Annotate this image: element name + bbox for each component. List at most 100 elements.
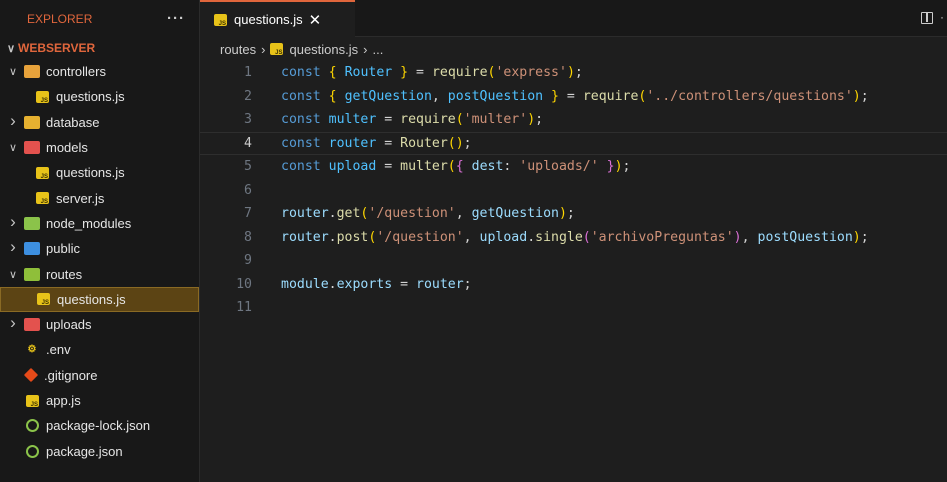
code-text: module.exports = router; <box>281 276 472 292</box>
tree-item-label: node_modules <box>46 215 132 231</box>
js-file-icon <box>36 90 49 104</box>
split-editor-icon[interactable] <box>921 12 933 24</box>
tree-item-label: server.js <box>56 190 105 206</box>
chevron-right-icon: › <box>363 41 368 57</box>
code-text: const router = Router(); <box>281 135 472 151</box>
line-number: 11 <box>236 300 252 316</box>
code-text: const upload = multer({ dest: 'uploads/'… <box>281 159 631 175</box>
folder-routes[interactable]: routes <box>0 261 199 286</box>
folder-icon <box>24 141 40 155</box>
file--gitignore[interactable]: .gitignore <box>0 363 199 388</box>
breadcrumb: routes › questions.js › ... <box>200 37 947 61</box>
folder-icon <box>24 115 40 129</box>
code-text: router.get('/question', getQuestion); <box>281 206 575 222</box>
folder-node-modules[interactable]: node_modules <box>0 211 199 236</box>
chevron-right-icon: › <box>261 41 266 57</box>
code-line: 6 <box>200 179 947 203</box>
tree-item-label: .gitignore <box>44 367 98 383</box>
file-tree: controllers questions.js database models que… <box>0 59 199 464</box>
code-line: 8 router.post('/question', upload.single… <box>200 226 947 250</box>
workspace-root-label: WEBSERVER <box>18 41 96 55</box>
breadcrumb-folder[interactable]: routes <box>220 42 256 57</box>
file--env[interactable]: ⚙ .env <box>0 337 199 362</box>
js-file-icon <box>36 192 49 205</box>
tree-item-label: public <box>46 241 80 257</box>
code-line: 9 <box>200 249 947 273</box>
explorer-title: EXPLORER <box>27 11 93 26</box>
tree-item-label: models <box>46 140 88 156</box>
code-text: const { Router } = require('express'); <box>281 65 583 81</box>
breadcrumb-file[interactable]: questions.js <box>289 42 358 57</box>
file-package-json[interactable]: package.json <box>0 438 199 463</box>
code-text: router.post('/question', upload.single('… <box>281 229 869 245</box>
more-actions-icon[interactable]: · <box>940 10 944 24</box>
close-icon[interactable]: ✕ <box>309 11 322 29</box>
breadcrumb-symbols[interactable]: ... <box>372 42 383 57</box>
code-line-current: 4 const router = Router(); <box>200 131 947 155</box>
folder-public[interactable]: public <box>0 236 199 261</box>
file-questions-js[interactable]: questions.js <box>0 84 199 109</box>
explorer-more-button[interactable]: ··· <box>167 10 185 27</box>
file-server-js[interactable]: server.js <box>0 185 199 210</box>
explorer-sidebar: EXPLORER ··· WEBSERVER controllers questi… <box>0 0 200 482</box>
tree-item-label: questions.js <box>56 89 125 105</box>
code-line: 7 router.get('/question', getQuestion); <box>200 202 947 226</box>
file-app-js[interactable]: app.js <box>0 388 199 413</box>
folder-icon <box>24 318 40 332</box>
code-text: const multer = require('multer'); <box>281 112 544 128</box>
chevron-right-icon <box>6 318 20 331</box>
tree-item-label: routes <box>46 266 83 282</box>
chevron-right-icon <box>6 116 20 129</box>
line-number: 9 <box>244 253 252 269</box>
tree-item-label: questions.js <box>56 165 125 181</box>
file-questions-js[interactable]: questions.js <box>0 286 199 312</box>
folder-database[interactable]: database <box>0 110 199 135</box>
code-editor[interactable]: 1 const { Router } = require('express');… <box>200 61 947 482</box>
chevron-down-icon <box>4 42 18 55</box>
tab-questions-js[interactable]: questions.js ✕ <box>200 0 355 37</box>
line-number: 10 <box>236 276 252 292</box>
explorer-header: EXPLORER ··· <box>0 0 199 37</box>
tree-item-label: controllers <box>46 64 106 80</box>
js-file-icon <box>37 293 50 306</box>
file-questions-js[interactable]: questions.js <box>0 160 199 185</box>
chevron-right-icon <box>6 217 20 230</box>
tab-label: questions.js <box>234 12 303 27</box>
code-text: const { getQuestion, postQuestion } = re… <box>281 88 869 104</box>
line-number: 7 <box>244 206 252 222</box>
folder-controllers[interactable]: controllers <box>0 59 199 84</box>
editor-tab-bar: questions.js ✕ · <box>200 0 947 37</box>
line-number: 2 <box>244 88 252 104</box>
folder-uploads[interactable]: uploads <box>0 312 199 337</box>
js-file-icon <box>270 43 284 56</box>
line-number: 3 <box>244 112 252 128</box>
tree-item-label: package-lock.json <box>46 418 151 434</box>
code-line: 10 module.exports = router; <box>200 273 947 297</box>
tree-item-label: questions.js <box>57 291 126 307</box>
folder-icon <box>24 65 40 79</box>
line-number: 6 <box>244 182 252 198</box>
git-icon <box>24 369 38 382</box>
folder-models[interactable]: models <box>0 135 199 160</box>
chevron-down-icon <box>6 268 20 281</box>
env-file-icon: ⚙ <box>27 344 37 356</box>
line-number: 4 <box>244 135 252 151</box>
code-line: 5 const upload = multer({ dest: 'uploads… <box>200 155 947 179</box>
folder-icon <box>24 242 40 256</box>
tree-item-label: .env <box>46 342 71 358</box>
code-line: 3 const multer = require('multer'); <box>200 108 947 132</box>
js-file-icon <box>214 13 227 27</box>
folder-icon <box>24 267 40 281</box>
chevron-right-icon <box>6 242 20 255</box>
workspace-root[interactable]: WEBSERVER <box>0 37 199 59</box>
npm-icon <box>26 419 39 433</box>
tree-item-label: database <box>46 114 100 130</box>
line-number: 5 <box>244 159 252 175</box>
file-package-lock-json[interactable]: package-lock.json <box>0 413 199 438</box>
tree-item-label: package.json <box>46 443 123 459</box>
line-number: 8 <box>244 229 252 245</box>
js-file-icon <box>26 394 39 408</box>
npm-icon <box>26 444 39 458</box>
tree-item-label: app.js <box>46 393 81 408</box>
code-line: 2 const { getQuestion, postQuestion } = … <box>200 85 947 109</box>
